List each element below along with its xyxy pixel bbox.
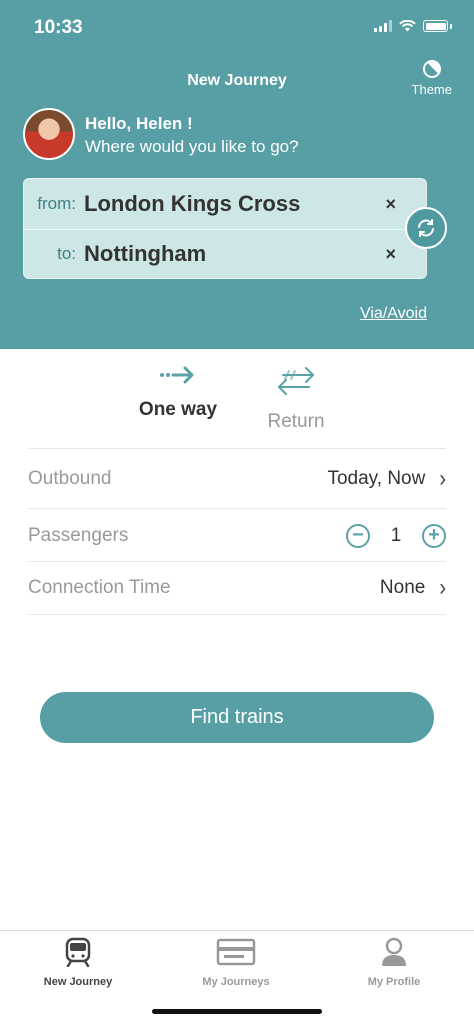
find-trains-button[interactable]: Find trains (40, 692, 434, 743)
home-indicator (152, 1009, 322, 1014)
clear-to-icon[interactable]: × (385, 244, 396, 265)
outbound-label: Outbound (28, 468, 112, 489)
plus-icon[interactable]: + (422, 523, 446, 548)
tab-one-way[interactable]: One way (118, 364, 238, 421)
wifi-icon (399, 20, 416, 32)
to-field[interactable]: to: Nottingham × (24, 229, 426, 279)
signal-icon (374, 20, 392, 32)
arrow-right-icon (160, 366, 194, 384)
chevron-right-icon: › (439, 574, 446, 601)
ticket-icon (216, 938, 256, 966)
outbound-row[interactable]: Outbound Today, Now › (28, 448, 446, 509)
tab-label: New Journey (43, 976, 113, 988)
chevron-right-icon: › (439, 465, 446, 492)
one-way-label: One way (138, 399, 218, 420)
tab-my-journeys[interactable]: My Journeys (176, 937, 296, 988)
passengers-label: Passengers (28, 524, 129, 546)
to-value[interactable]: Nottingham (84, 241, 206, 267)
theme-label: Theme (411, 82, 452, 97)
swap-icon (418, 219, 434, 237)
page-title: New Journey (187, 72, 287, 89)
minus-icon[interactable]: − (346, 523, 370, 548)
clear-from-icon[interactable]: × (385, 194, 396, 215)
outbound-value: Today, Now (327, 468, 426, 489)
from-field[interactable]: from: London Kings Cross × (24, 179, 426, 230)
status-time: 10:33 (34, 17, 83, 38)
greeting-subtitle: Where would you like to go? (85, 137, 299, 156)
to-label: to: (57, 244, 76, 263)
battery-icon (423, 20, 448, 32)
train-icon (65, 937, 91, 968)
route-box: from: London Kings Cross × to: Nottingha… (23, 178, 427, 279)
passengers-count: 1 (390, 524, 402, 546)
via-avoid-link[interactable]: Via/Avoid (360, 305, 427, 323)
from-label: from: (37, 194, 76, 213)
from-value[interactable]: London Kings Cross (84, 191, 300, 217)
tab-label: My Journeys (202, 976, 270, 988)
tab-return[interactable]: Return (236, 364, 356, 433)
greeting-name: Hello, Helen ! (85, 114, 193, 133)
header: 10:33 New Journey Theme Hello, Helen ! W… (0, 0, 474, 349)
return-arrows-icon (278, 367, 314, 395)
return-label: Return (267, 411, 325, 432)
connection-time-row[interactable]: Connection Time None › (28, 561, 446, 615)
connection-value: None (379, 577, 426, 598)
theme-icon (422, 60, 441, 78)
tab-new-journey[interactable]: New Journey (18, 937, 138, 988)
swap-stations-button[interactable] (405, 207, 447, 249)
status-icons (374, 20, 452, 32)
tab-my-profile[interactable]: My Profile (334, 937, 454, 988)
profile-icon (382, 937, 406, 966)
passengers-row: Passengers − 1 + (28, 508, 446, 562)
theme-button[interactable]: Theme (412, 60, 452, 97)
avatar (23, 108, 75, 160)
connection-label: Connection Time (28, 577, 171, 598)
tab-label: My Profile (367, 976, 421, 988)
